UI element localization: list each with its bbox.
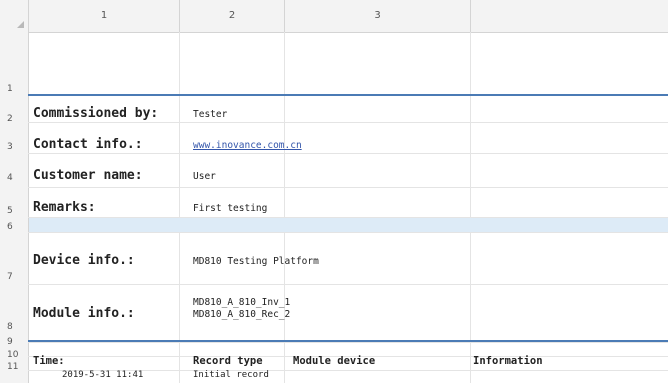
grid-line	[28, 122, 668, 123]
device-value[interactable]: MD810 Testing Platform	[193, 256, 319, 267]
module-value-1[interactable]: MD810_A_810_Inv_1	[193, 297, 290, 308]
row-header-bar: 1 2 3 4 5 6 7 8 9 10 11	[0, 32, 29, 383]
row-header-7[interactable]: 7	[0, 272, 28, 282]
commissioned-value[interactable]: Tester	[193, 109, 227, 120]
spreadsheet: 1 2 3 1 2 3 4 5 6 7 8 9 10 11 Commission…	[0, 0, 668, 383]
separator-band	[29, 218, 668, 232]
grid-line	[470, 32, 471, 383]
column-header-bar: 1 2 3	[0, 0, 668, 33]
grid-line	[28, 342, 668, 343]
grid-line	[28, 153, 668, 154]
contact-link[interactable]: www.inovance.com.cn	[193, 140, 302, 151]
module-value-2[interactable]: MD810_A_810_Rec_2	[193, 309, 290, 320]
table-header-module-device[interactable]: Module device	[293, 355, 375, 367]
device-label[interactable]: Device info.:	[33, 253, 135, 268]
row-header-2[interactable]: 2	[0, 114, 28, 124]
column-header-3[interactable]: 3	[285, 0, 471, 32]
row-header-10[interactable]: 10	[0, 350, 28, 360]
remarks-label[interactable]: Remarks:	[33, 200, 96, 215]
table-row-time[interactable]: 2019-5-31 11:41	[62, 370, 143, 380]
grid-line	[28, 232, 668, 233]
select-all-corner[interactable]	[0, 0, 29, 32]
section-border-bottom	[28, 340, 668, 342]
row-header-4[interactable]: 4	[0, 173, 28, 183]
section-border-top	[28, 94, 668, 96]
row-header-11[interactable]: 11	[0, 362, 28, 372]
customer-value[interactable]: User	[193, 171, 216, 182]
grid-line	[28, 187, 668, 188]
row-header-3[interactable]: 3	[0, 142, 28, 152]
grid-line	[179, 32, 180, 383]
grid-line	[284, 32, 285, 383]
table-header-time[interactable]: Time:	[33, 355, 65, 367]
table-row-type[interactable]: Initial record	[193, 370, 269, 380]
select-all-icon	[17, 21, 24, 28]
remarks-value[interactable]: First testing	[193, 203, 267, 214]
commissioned-label[interactable]: Commissioned by:	[33, 106, 158, 121]
column-header-4[interactable]	[471, 0, 667, 32]
row-header-1[interactable]: 1	[0, 84, 28, 94]
grid-line	[28, 284, 668, 285]
column-header-1[interactable]: 1	[29, 0, 180, 32]
row-header-6[interactable]: 6	[0, 222, 28, 232]
row-header-9[interactable]: 9	[0, 337, 28, 347]
row-header-5[interactable]: 5	[0, 206, 28, 216]
column-header-2[interactable]: 2	[180, 0, 285, 32]
module-label[interactable]: Module info.:	[33, 306, 135, 321]
customer-label[interactable]: Customer name:	[33, 168, 143, 183]
contact-label[interactable]: Contact info.:	[33, 137, 143, 152]
table-header-record-type[interactable]: Record type	[193, 355, 263, 367]
table-header-information[interactable]: Information	[473, 355, 543, 367]
row-header-8[interactable]: 8	[0, 322, 28, 332]
